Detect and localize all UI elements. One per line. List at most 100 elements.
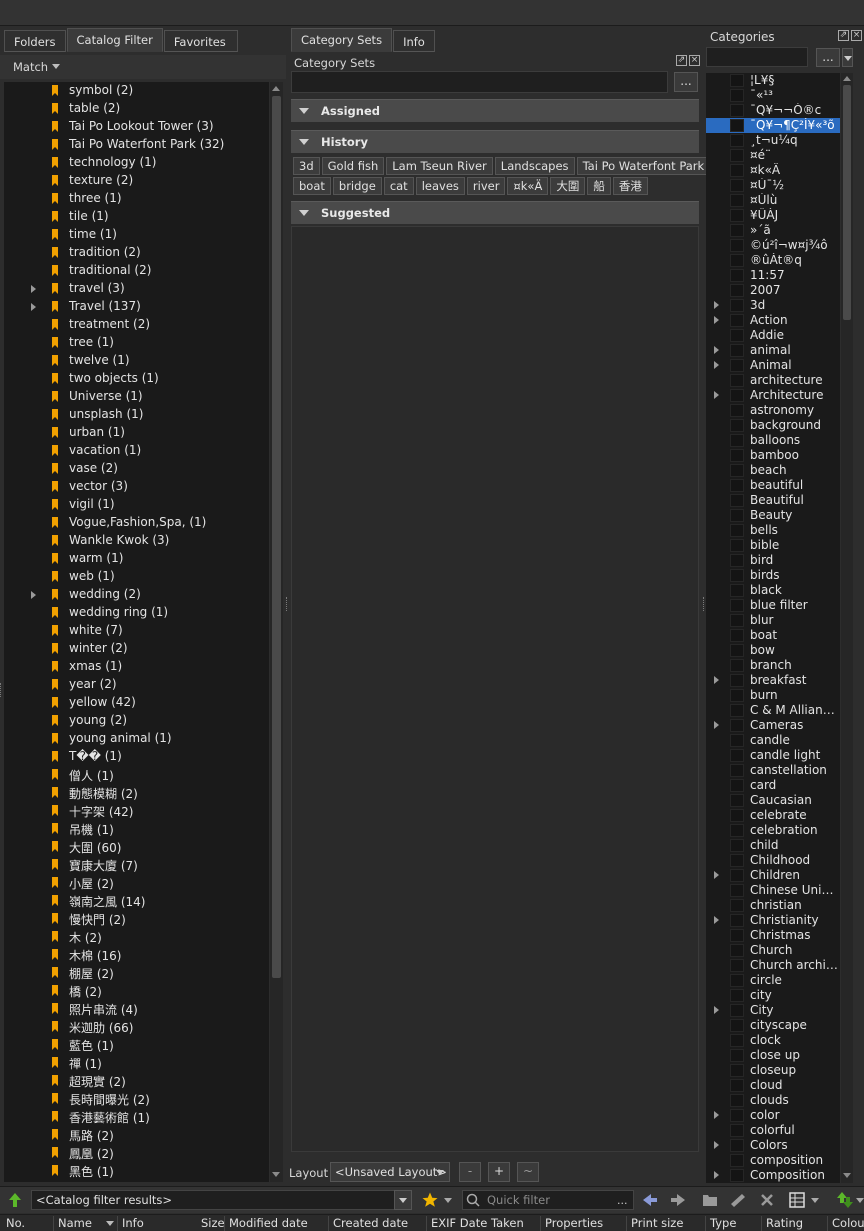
category-item[interactable]: child bbox=[706, 838, 840, 853]
category-checkbox[interactable] bbox=[730, 884, 744, 897]
category-checkbox[interactable] bbox=[730, 419, 744, 432]
splitter-grip[interactable] bbox=[703, 597, 705, 611]
history-chip[interactable]: 大圍 bbox=[550, 177, 586, 195]
keyword-item[interactable]: texture (2) bbox=[4, 172, 269, 190]
category-checkbox[interactable] bbox=[730, 1169, 744, 1182]
expand-icon[interactable] bbox=[714, 721, 719, 729]
tab-catalog-filter[interactable]: Catalog Filter bbox=[66, 28, 163, 52]
undock-icon[interactable]: ⇗ bbox=[838, 30, 849, 41]
category-checkbox[interactable] bbox=[730, 674, 744, 687]
keyword-item[interactable]: two objects (1) bbox=[4, 370, 269, 388]
scroll-down-icon[interactable] bbox=[272, 1172, 280, 1177]
category-checkbox[interactable] bbox=[730, 1079, 744, 1092]
history-chip[interactable]: cat bbox=[383, 177, 414, 195]
undock-icon[interactable]: ⇗ bbox=[676, 55, 687, 66]
category-menu-button[interactable]: ... bbox=[816, 48, 840, 67]
delete-icon[interactable] bbox=[760, 1193, 774, 1207]
splitter-grip[interactable] bbox=[0, 683, 2, 697]
category-item[interactable]: composition bbox=[706, 1153, 840, 1168]
keyword-item[interactable]: 照片串流 (4) bbox=[4, 1000, 269, 1018]
history-chip[interactable]: 3d bbox=[293, 157, 320, 175]
category-checkbox[interactable] bbox=[730, 584, 744, 597]
category-dropdown-button[interactable] bbox=[842, 48, 853, 67]
category-checkbox[interactable] bbox=[730, 869, 744, 882]
category-item[interactable]: ¯Q¥¬¶Ç²Ì¥«³õ bbox=[706, 118, 840, 133]
category-checkbox[interactable] bbox=[730, 344, 744, 357]
category-item[interactable]: ¤é¨ bbox=[706, 148, 840, 163]
history-chip[interactable]: Landscapes bbox=[494, 157, 575, 175]
category-checkbox[interactable] bbox=[730, 449, 744, 462]
keyword-item[interactable]: 慢快門 (2) bbox=[4, 910, 269, 928]
keyword-item[interactable]: 僧人 (1) bbox=[4, 766, 269, 784]
expand-icon[interactable] bbox=[31, 303, 36, 311]
category-checkbox[interactable] bbox=[730, 149, 744, 162]
category-checkbox[interactable] bbox=[730, 644, 744, 657]
keyword-item[interactable]: vigil (1) bbox=[4, 496, 269, 514]
category-checkbox[interactable] bbox=[730, 1094, 744, 1107]
category-item[interactable]: clock bbox=[706, 1033, 840, 1048]
keyword-item[interactable]: travel (3) bbox=[4, 280, 269, 298]
keyword-item[interactable]: 禪 (1) bbox=[4, 1054, 269, 1072]
category-checkbox[interactable] bbox=[730, 689, 744, 702]
category-checkbox[interactable] bbox=[730, 404, 744, 417]
keyword-item[interactable]: winter (2) bbox=[4, 640, 269, 658]
column-rating[interactable]: Rating bbox=[761, 1216, 827, 1231]
category-item[interactable]: candle bbox=[706, 733, 840, 748]
category-item[interactable]: boat bbox=[706, 628, 840, 643]
category-checkbox[interactable] bbox=[730, 1004, 744, 1017]
star-icon[interactable] bbox=[421, 1191, 439, 1209]
category-item[interactable]: clouds bbox=[706, 1093, 840, 1108]
category-checkbox[interactable] bbox=[730, 464, 744, 477]
category-item[interactable]: beach bbox=[706, 463, 840, 478]
category-checkbox[interactable] bbox=[730, 764, 744, 777]
category-item[interactable]: 11:57 bbox=[706, 268, 840, 283]
column-print-size[interactable]: Print size bbox=[626, 1216, 705, 1231]
category-checkbox[interactable] bbox=[730, 1064, 744, 1077]
history-chip[interactable]: boat bbox=[293, 177, 331, 195]
category-checkbox[interactable] bbox=[730, 374, 744, 387]
category-checkbox[interactable] bbox=[730, 839, 744, 852]
category-checkbox[interactable] bbox=[730, 1019, 744, 1032]
match-dropdown[interactable]: Match bbox=[0, 55, 286, 79]
expand-icon[interactable] bbox=[714, 916, 719, 924]
category-item[interactable]: colorful bbox=[706, 1123, 840, 1138]
column-no[interactable]: No. bbox=[0, 1216, 53, 1231]
expand-icon[interactable] bbox=[714, 1171, 719, 1179]
category-item[interactable]: ¥ÛÀJ bbox=[706, 208, 840, 223]
category-item[interactable]: ©ú²î¬w¤j¾ô bbox=[706, 238, 840, 253]
category-item[interactable]: canstellation bbox=[706, 763, 840, 778]
chevron-down-icon[interactable] bbox=[856, 1198, 864, 1203]
category-item[interactable]: burn bbox=[706, 688, 840, 703]
expand-icon[interactable] bbox=[714, 871, 719, 879]
keyword-item[interactable]: 鳳凰 (2) bbox=[4, 1144, 269, 1162]
category-item[interactable]: ¤k«Ä bbox=[706, 163, 840, 178]
category-checkbox[interactable] bbox=[730, 389, 744, 402]
keyword-item[interactable]: 寶康大廈 (7) bbox=[4, 856, 269, 874]
section-history[interactable]: History bbox=[291, 130, 699, 153]
history-chip[interactable]: bridge bbox=[332, 177, 382, 195]
tab-favorites[interactable]: Favorites bbox=[163, 30, 238, 52]
history-chip[interactable]: Gold fish bbox=[321, 157, 385, 175]
keyword-item[interactable]: 黑色 (1) bbox=[4, 1162, 269, 1180]
expand-icon[interactable] bbox=[714, 301, 719, 309]
quick-filter-input[interactable]: Quick filter bbox=[462, 1190, 634, 1210]
splitter-grip[interactable] bbox=[286, 597, 288, 611]
keyword-tree[interactable]: symbol (2) table (2) Tai Po Lookout Tower … bbox=[4, 82, 269, 1182]
category-item[interactable]: Childhood bbox=[706, 853, 840, 868]
column-modified-date[interactable]: Modified date bbox=[224, 1216, 328, 1231]
keyword-item[interactable]: 木 (2) bbox=[4, 928, 269, 946]
category-checkbox[interactable] bbox=[730, 659, 744, 672]
keyword-item[interactable]: vacation (1) bbox=[4, 442, 269, 460]
category-checkbox[interactable] bbox=[730, 524, 744, 537]
expand-icon[interactable] bbox=[714, 1111, 719, 1119]
category-item[interactable]: closeup bbox=[706, 1063, 840, 1078]
scrollbar-thumb[interactable] bbox=[843, 85, 851, 320]
folder-icon[interactable] bbox=[702, 1193, 718, 1207]
keyword-item[interactable]: time (1) bbox=[4, 226, 269, 244]
close-icon[interactable]: × bbox=[689, 55, 700, 66]
category-checkbox[interactable] bbox=[730, 179, 744, 192]
category-checkbox[interactable] bbox=[730, 239, 744, 252]
keyword-item[interactable]: xmas (1) bbox=[4, 658, 269, 676]
forward-arrow-icon[interactable] bbox=[670, 1193, 686, 1207]
keyword-item[interactable]: 十字架 (42) bbox=[4, 802, 269, 820]
